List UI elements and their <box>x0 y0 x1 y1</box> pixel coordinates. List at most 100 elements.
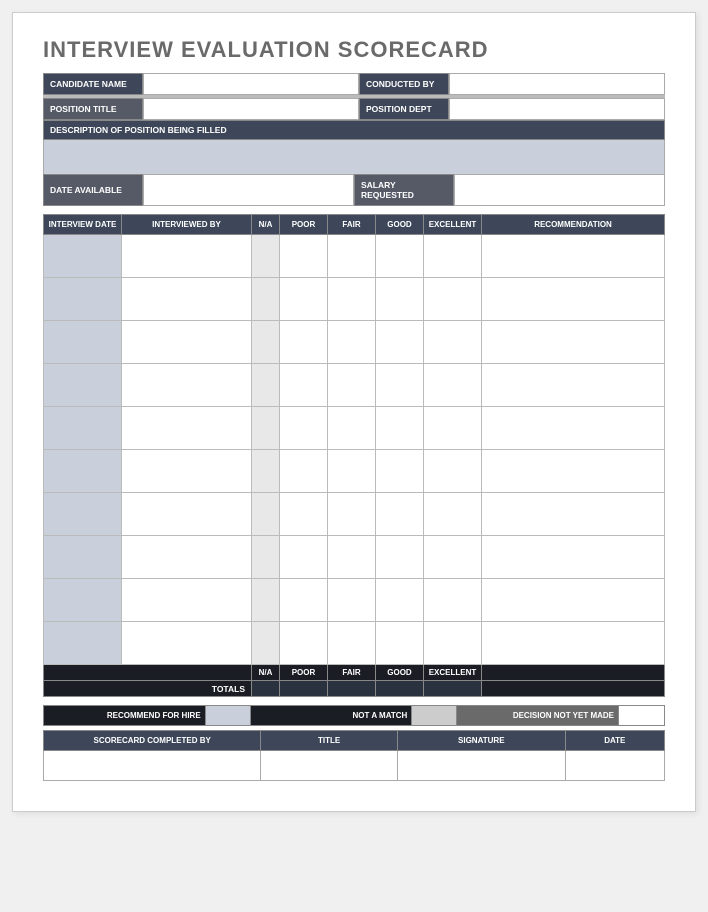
cell-excellent[interactable] <box>424 493 482 536</box>
cell-recommendation[interactable] <box>482 579 665 622</box>
cell-interviewed-by[interactable] <box>122 364 252 407</box>
cell-interviewed-by[interactable] <box>122 622 252 665</box>
checkbox-not-yet[interactable] <box>619 706 664 725</box>
cell-poor[interactable] <box>280 622 328 665</box>
cell-excellent[interactable] <box>424 321 482 364</box>
cell-interviewed-by[interactable] <box>122 235 252 278</box>
cell-fair[interactable] <box>328 622 376 665</box>
cell-na[interactable] <box>252 536 280 579</box>
input-date-available[interactable] <box>143 174 354 206</box>
cell-interview-date[interactable] <box>44 536 122 579</box>
cell-interviewed-by[interactable] <box>122 579 252 622</box>
cell-interview-date[interactable] <box>44 278 122 321</box>
cell-interviewed-by[interactable] <box>122 407 252 450</box>
total-poor[interactable] <box>280 681 328 697</box>
cell-good[interactable] <box>376 407 424 450</box>
cell-interview-date[interactable] <box>44 407 122 450</box>
cell-poor[interactable] <box>280 321 328 364</box>
cell-na[interactable] <box>252 493 280 536</box>
total-fair[interactable] <box>328 681 376 697</box>
cell-excellent[interactable] <box>424 536 482 579</box>
cell-poor[interactable] <box>280 579 328 622</box>
cell-recommendation[interactable] <box>482 493 665 536</box>
input-completed-by[interactable] <box>44 751 261 781</box>
input-position-dept[interactable] <box>449 98 665 120</box>
cell-interview-date[interactable] <box>44 364 122 407</box>
cell-interviewed-by[interactable] <box>122 450 252 493</box>
input-signoff-date[interactable] <box>565 751 664 781</box>
cell-na[interactable] <box>252 407 280 450</box>
cell-fair[interactable] <box>328 235 376 278</box>
cell-good[interactable] <box>376 536 424 579</box>
cell-good[interactable] <box>376 278 424 321</box>
cell-na[interactable] <box>252 450 280 493</box>
cell-interview-date[interactable] <box>44 450 122 493</box>
cell-interviewed-by[interactable] <box>122 493 252 536</box>
cell-interviewed-by[interactable] <box>122 278 252 321</box>
cell-fair[interactable] <box>328 450 376 493</box>
total-good[interactable] <box>376 681 424 697</box>
cell-poor[interactable] <box>280 278 328 321</box>
cell-good[interactable] <box>376 579 424 622</box>
cell-poor[interactable] <box>280 450 328 493</box>
cell-na[interactable] <box>252 579 280 622</box>
cell-fair[interactable] <box>328 536 376 579</box>
cell-fair[interactable] <box>328 579 376 622</box>
input-candidate-name[interactable] <box>143 73 359 95</box>
cell-interviewed-by[interactable] <box>122 536 252 579</box>
cell-good[interactable] <box>376 493 424 536</box>
cell-recommendation[interactable] <box>482 407 665 450</box>
cell-recommendation[interactable] <box>482 235 665 278</box>
cell-recommendation[interactable] <box>482 450 665 493</box>
input-conducted-by[interactable] <box>449 73 665 95</box>
cell-recommendation[interactable] <box>482 536 665 579</box>
cell-fair[interactable] <box>328 407 376 450</box>
cell-poor[interactable] <box>280 536 328 579</box>
cell-recommendation[interactable] <box>482 321 665 364</box>
total-excellent[interactable] <box>424 681 482 697</box>
total-na[interactable] <box>252 681 280 697</box>
cell-excellent[interactable] <box>424 622 482 665</box>
cell-na[interactable] <box>252 622 280 665</box>
cell-fair[interactable] <box>328 364 376 407</box>
cell-good[interactable] <box>376 235 424 278</box>
cell-good[interactable] <box>376 450 424 493</box>
input-salary-requested[interactable] <box>454 174 665 206</box>
cell-na[interactable] <box>252 364 280 407</box>
cell-recommendation[interactable] <box>482 364 665 407</box>
cell-fair[interactable] <box>328 321 376 364</box>
cell-good[interactable] <box>376 364 424 407</box>
cell-fair[interactable] <box>328 493 376 536</box>
cell-interview-date[interactable] <box>44 493 122 536</box>
input-description[interactable] <box>43 140 665 174</box>
cell-na[interactable] <box>252 321 280 364</box>
cell-fair[interactable] <box>328 278 376 321</box>
cell-interview-date[interactable] <box>44 321 122 364</box>
cell-interview-date[interactable] <box>44 579 122 622</box>
cell-poor[interactable] <box>280 364 328 407</box>
cell-recommendation[interactable] <box>482 622 665 665</box>
checkbox-recommend-hire[interactable] <box>206 706 251 725</box>
input-signature[interactable] <box>397 751 565 781</box>
cell-interview-date[interactable] <box>44 622 122 665</box>
cell-excellent[interactable] <box>424 407 482 450</box>
cell-excellent[interactable] <box>424 579 482 622</box>
cell-excellent[interactable] <box>424 278 482 321</box>
cell-poor[interactable] <box>280 235 328 278</box>
cell-excellent[interactable] <box>424 450 482 493</box>
page-title: INTERVIEW EVALUATION SCORECARD <box>43 37 665 63</box>
cell-interview-date[interactable] <box>44 235 122 278</box>
checkbox-not-match[interactable] <box>412 706 457 725</box>
cell-good[interactable] <box>376 622 424 665</box>
cell-poor[interactable] <box>280 493 328 536</box>
input-position-title[interactable] <box>143 98 359 120</box>
input-signoff-title[interactable] <box>261 751 398 781</box>
cell-recommendation[interactable] <box>482 278 665 321</box>
cell-interviewed-by[interactable] <box>122 321 252 364</box>
cell-poor[interactable] <box>280 407 328 450</box>
cell-na[interactable] <box>252 278 280 321</box>
cell-excellent[interactable] <box>424 235 482 278</box>
cell-good[interactable] <box>376 321 424 364</box>
cell-na[interactable] <box>252 235 280 278</box>
cell-excellent[interactable] <box>424 364 482 407</box>
